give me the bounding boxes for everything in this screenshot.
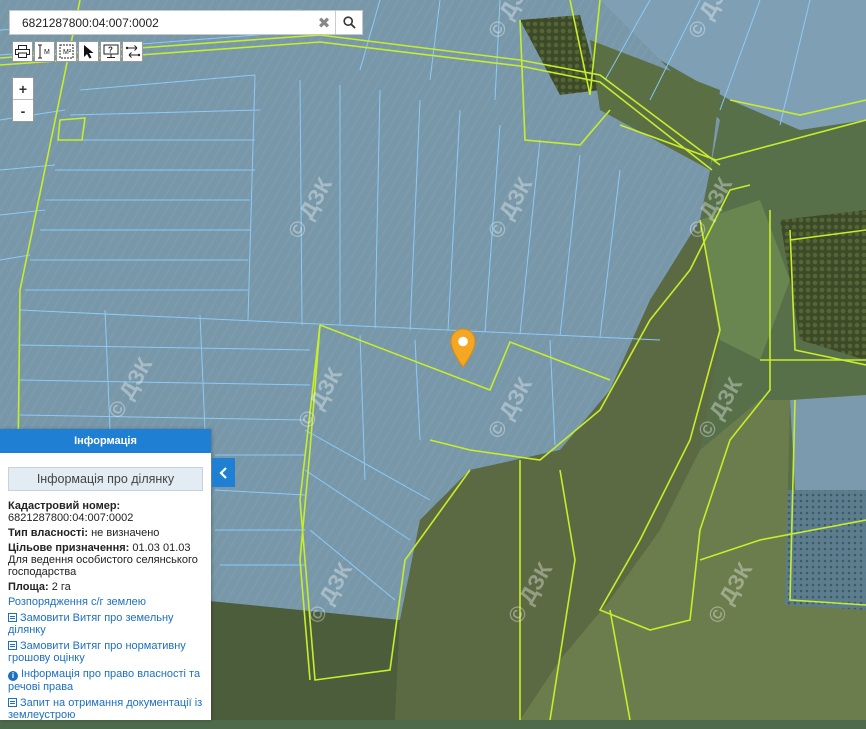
ownership-info-link[interactable]: i Інформація про право власності та речов… bbox=[8, 668, 203, 693]
document-icon bbox=[8, 698, 17, 707]
disposal-link[interactable]: Розпорядження с/г землею bbox=[8, 596, 203, 608]
cadastral-row: Кадастровий номер: 6821287800:04:007:000… bbox=[8, 500, 203, 524]
ownership-info-label: Інформація про право власності та речові… bbox=[8, 668, 201, 693]
print-button[interactable] bbox=[12, 41, 33, 62]
map-toolbar: M M² ? bbox=[12, 41, 143, 62]
print-icon bbox=[15, 45, 30, 58]
measure-area-icon: M² bbox=[59, 44, 74, 59]
location-pin-icon[interactable] bbox=[450, 328, 476, 368]
pointer-icon bbox=[83, 45, 93, 59]
request-docs-link[interactable]: Запит на отримання документації із земле… bbox=[8, 697, 203, 721]
area-row: Площа: 2 га bbox=[8, 581, 203, 593]
measure-length-icon: M bbox=[38, 44, 50, 59]
order-valuation-label: Замовити Витяг про нормативну грошову оц… bbox=[8, 640, 186, 664]
info-panel: Інформація Інформація про ділянку Кадаст… bbox=[0, 429, 211, 721]
area-label: Площа: bbox=[8, 581, 49, 593]
order-extract-label: Замовити Витяг про земельну ділянку bbox=[8, 612, 174, 636]
svg-text:?: ? bbox=[108, 46, 113, 55]
layers-button[interactable] bbox=[122, 41, 143, 62]
info-icon: i bbox=[8, 671, 18, 681]
ownership-label: Тип власності: bbox=[8, 527, 89, 539]
order-valuation-link[interactable]: Замовити Витяг про нормативну грошову оц… bbox=[8, 640, 203, 664]
order-extract-link[interactable]: Замовити Витяг про земельну ділянку bbox=[8, 612, 203, 636]
identify-button[interactable]: ? bbox=[100, 41, 121, 62]
purpose-row: Цільове призначення: 01.03 01.03 Для вед… bbox=[8, 542, 203, 578]
cadastral-label: Кадастровий номер: bbox=[8, 500, 121, 512]
pointer-button[interactable] bbox=[78, 41, 99, 62]
measure-length-button[interactable]: M bbox=[34, 41, 55, 62]
panel-header: Інформація bbox=[0, 429, 211, 453]
ownership-row: Тип власності: не визначено bbox=[8, 527, 203, 539]
svg-text:M²: M² bbox=[63, 49, 72, 56]
collapse-panel-button[interactable] bbox=[212, 458, 235, 487]
document-icon bbox=[8, 641, 17, 650]
ownership-value: не визначено bbox=[91, 527, 160, 539]
request-docs-label: Запит на отримання документації із земле… bbox=[8, 697, 203, 721]
close-icon[interactable]: ✖ bbox=[313, 14, 335, 32]
area-value: 2 га bbox=[51, 581, 71, 593]
zoom-in-button[interactable]: + bbox=[13, 78, 33, 100]
panel-body: Інформація про ділянку Кадастровий номер… bbox=[0, 453, 211, 729]
search-input[interactable] bbox=[10, 10, 313, 35]
measure-area-button[interactable]: M² bbox=[56, 41, 77, 62]
svg-text:M: M bbox=[44, 49, 50, 56]
identify-icon: ? bbox=[103, 44, 118, 58]
document-icon bbox=[8, 613, 17, 622]
panel-subtitle: Інформація про ділянку bbox=[8, 467, 203, 491]
chevron-left-icon bbox=[219, 466, 227, 479]
zoom-control: + - bbox=[12, 77, 34, 122]
search-button[interactable] bbox=[335, 11, 362, 34]
search-icon bbox=[342, 16, 356, 29]
cadastral-value: 6821287800:04:007:0002 bbox=[8, 512, 134, 524]
zoom-out-button[interactable]: - bbox=[13, 100, 33, 121]
layers-icon bbox=[125, 45, 140, 58]
search-bar: ✖ bbox=[9, 10, 363, 35]
purpose-label: Цільове призначення: bbox=[8, 542, 130, 554]
